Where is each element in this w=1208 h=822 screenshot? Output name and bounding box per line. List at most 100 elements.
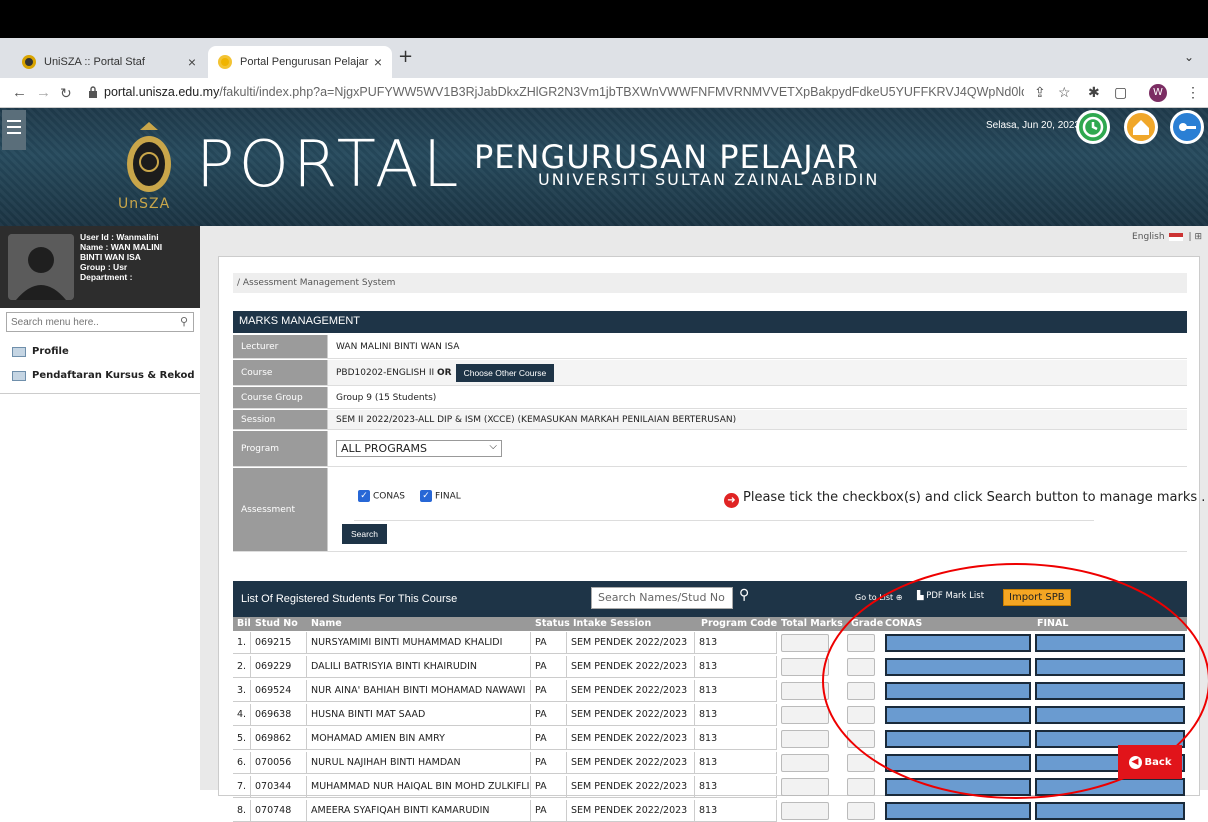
close-tab-icon[interactable]: × bbox=[374, 54, 382, 70]
language-selector[interactable]: English | ⊞ bbox=[1132, 232, 1202, 242]
total-marks-field[interactable] bbox=[781, 682, 829, 700]
grade-field[interactable] bbox=[847, 754, 875, 772]
total-marks-field[interactable] bbox=[781, 754, 829, 772]
cell-no: 069524 bbox=[251, 680, 307, 702]
table-row: 1. 069215 NURSYAMIMI BINTI MUHAMMAD KHALID… bbox=[233, 632, 1187, 654]
grade-field[interactable] bbox=[847, 802, 875, 820]
extensions-puzzle-icon[interactable]: ✱ bbox=[1088, 84, 1100, 101]
go-to-list-link[interactable]: Go to List ⊕ bbox=[855, 593, 902, 602]
final-mark-input[interactable] bbox=[1035, 682, 1185, 700]
conas-mark-input[interactable] bbox=[885, 658, 1031, 676]
program-value-cell: ALL PROGRAMS ⌵ bbox=[327, 431, 1187, 466]
total-marks-field[interactable] bbox=[781, 634, 829, 652]
final-mark-input[interactable] bbox=[1035, 778, 1185, 796]
tab-search-chevron-icon[interactable]: ⌄ bbox=[1184, 50, 1194, 64]
search-icon[interactable]: ⚲ bbox=[180, 315, 188, 328]
col-intake-session: Intake Session bbox=[573, 618, 652, 629]
cell-bil: 1. bbox=[233, 632, 251, 654]
back-arrow-icon[interactable]: ← bbox=[12, 84, 27, 101]
logout-key-icon[interactable] bbox=[1170, 110, 1204, 144]
cell-intake: SEM PENDEK 2022/2023 bbox=[567, 680, 695, 702]
conas-mark-input[interactable] bbox=[885, 802, 1031, 820]
total-marks-field[interactable] bbox=[781, 730, 829, 748]
program-select[interactable]: ALL PROGRAMS ⌵ bbox=[336, 440, 502, 457]
arrow-circle-icon: ➜ bbox=[724, 493, 739, 508]
side-panel-icon[interactable]: ▢ bbox=[1114, 84, 1127, 101]
search-student-input[interactable]: Search Names/Stud No bbox=[591, 587, 733, 609]
url-field[interactable]: portal.unisza.edu.my/fakulti/index.php?a… bbox=[104, 85, 1024, 99]
tab-portal-staf[interactable]: UniSZA :: Portal Staf × bbox=[12, 46, 206, 78]
sidebar-item-profile[interactable]: Profile bbox=[12, 346, 69, 357]
cell-intake: SEM PENDEK 2022/2023 bbox=[567, 632, 695, 654]
search-button[interactable]: Search bbox=[342, 524, 387, 544]
new-tab-icon[interactable]: + bbox=[398, 46, 413, 67]
conas-label: CONAS bbox=[373, 491, 405, 502]
grade-field[interactable] bbox=[847, 682, 875, 700]
total-marks-field[interactable] bbox=[781, 706, 829, 724]
program-selected: ALL PROGRAMS bbox=[341, 442, 427, 455]
final-mark-input[interactable] bbox=[1035, 706, 1185, 724]
user-avatar bbox=[8, 234, 74, 300]
conas-mark-input[interactable] bbox=[885, 778, 1031, 796]
search-icon[interactable]: ⚲ bbox=[739, 587, 749, 603]
back-button[interactable]: ◀ Back bbox=[1118, 745, 1182, 779]
final-mark-input[interactable] bbox=[1035, 634, 1185, 652]
reload-icon[interactable]: ↻ bbox=[60, 85, 72, 102]
grade-field[interactable] bbox=[847, 634, 875, 652]
conas-mark-input[interactable] bbox=[885, 706, 1031, 724]
conas-mark-input[interactable] bbox=[885, 682, 1031, 700]
sidebar-item-pendaftaran[interactable]: Pendaftaran Kursus & Rekod bbox=[12, 370, 195, 381]
expand-icon[interactable]: ⊞ bbox=[1194, 232, 1202, 242]
import-spb-button[interactable]: Import SPB bbox=[1003, 589, 1071, 606]
grade-field[interactable] bbox=[847, 730, 875, 748]
final-mark-input[interactable] bbox=[1035, 658, 1185, 676]
lecturer-row: Lecturer WAN MALINI BINTI WAN ISA bbox=[233, 335, 1187, 359]
grade-field[interactable] bbox=[847, 658, 875, 676]
hamburger-menu-icon[interactable] bbox=[2, 110, 26, 150]
arrow-left-circle-icon: ◀ bbox=[1128, 755, 1142, 769]
checkbox-checked-icon[interactable]: ✓ bbox=[358, 490, 370, 502]
grade-field[interactable] bbox=[847, 706, 875, 724]
tab-portal-pengurusan[interactable]: Portal Pengurusan Pelajar × bbox=[208, 46, 392, 78]
cell-name: NURSYAMIMI BINTI MUHAMMAD KHALIDI bbox=[307, 632, 531, 654]
tab-strip: UniSZA :: Portal Staf × Portal Pengurusa… bbox=[0, 38, 1208, 78]
total-marks-field[interactable] bbox=[781, 778, 829, 796]
conas-option[interactable]: ✓ CONAS bbox=[358, 490, 405, 502]
lock-icon[interactable] bbox=[88, 86, 98, 98]
cell-name: NURUL NAJIHAH BINTI HAMDAN bbox=[307, 752, 531, 774]
conas-mark-input[interactable] bbox=[885, 754, 1031, 772]
clock-icon[interactable] bbox=[1076, 110, 1110, 144]
session-value: SEM II 2022/2023-ALL DIP & ISM (XCCE) (K… bbox=[327, 410, 1187, 429]
conas-mark-input[interactable] bbox=[885, 730, 1031, 748]
conas-mark-input[interactable] bbox=[885, 634, 1031, 652]
browser-menu-icon[interactable]: ⋮ bbox=[1186, 84, 1200, 101]
final-option[interactable]: ✓ FINAL bbox=[420, 490, 461, 502]
cell-code: 813 bbox=[695, 752, 777, 774]
pdf-mark-list-link[interactable]: ▙ PDF Mark List bbox=[917, 591, 984, 601]
course-label: Course bbox=[233, 360, 327, 385]
bookmark-star-icon[interactable]: ☆ bbox=[1058, 84, 1071, 101]
us-flag-icon bbox=[1168, 232, 1183, 241]
cell-no: 069215 bbox=[251, 632, 307, 654]
final-mark-input[interactable] bbox=[1035, 802, 1185, 820]
cell-status: PA bbox=[531, 776, 567, 798]
share-icon[interactable]: ⇪ bbox=[1034, 84, 1046, 101]
folder-icon bbox=[12, 346, 26, 357]
checkbox-checked-icon[interactable]: ✓ bbox=[420, 490, 432, 502]
group-label: Course Group bbox=[233, 387, 327, 408]
total-marks-field[interactable] bbox=[781, 658, 829, 676]
breadcrumb: / Assessment Management System bbox=[233, 273, 1187, 293]
forward-arrow-icon[interactable]: → bbox=[36, 84, 51, 101]
cell-code: 813 bbox=[695, 656, 777, 678]
total-marks-field[interactable] bbox=[781, 802, 829, 820]
choose-other-course-button[interactable]: Choose Other Course bbox=[455, 363, 555, 382]
student-list-header: List Of Registered Students For This Cou… bbox=[233, 581, 1187, 617]
grade-field[interactable] bbox=[847, 778, 875, 796]
cell-status: PA bbox=[531, 800, 567, 822]
profile-avatar[interactable]: W bbox=[1149, 84, 1167, 102]
sidebar-item-label: Profile bbox=[32, 346, 69, 357]
search-menu-input[interactable] bbox=[7, 313, 167, 331]
close-tab-icon[interactable]: × bbox=[188, 54, 196, 70]
home-icon[interactable] bbox=[1124, 110, 1158, 144]
university-name: UNIVERSITI SULTAN ZAINAL ABIDIN bbox=[538, 170, 880, 189]
